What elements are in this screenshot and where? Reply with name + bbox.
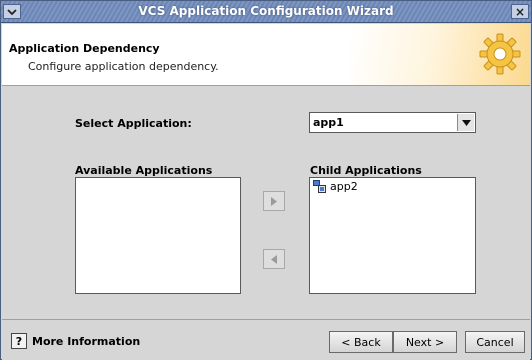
page-subtitle: Configure application dependency.: [28, 60, 219, 73]
gear-icon: [479, 33, 521, 75]
close-icon: ×: [514, 4, 526, 19]
child-applications-label: Child Applications: [310, 164, 422, 177]
arrow-right-icon: [271, 196, 277, 206]
available-applications-label: Available Applications: [75, 164, 213, 177]
application-select[interactable]: app1: [309, 112, 476, 133]
more-information-link[interactable]: More Information: [32, 335, 140, 348]
title-bar[interactable]: VCS Application Configuration Wizard ×: [1, 1, 531, 23]
application-select-value: app1: [313, 116, 344, 129]
add-application-button[interactable]: [263, 191, 285, 211]
available-applications-list[interactable]: [75, 177, 241, 294]
child-applications-list[interactable]: app2: [309, 177, 476, 294]
page-title: Application Dependency: [9, 42, 160, 55]
list-item[interactable]: app2: [313, 180, 358, 193]
next-button[interactable]: Next >: [393, 331, 457, 353]
window-title: VCS Application Configuration Wizard: [138, 4, 394, 18]
content-panel: Select Application: app1 Available Appli…: [2, 87, 530, 319]
window-close-button[interactable]: ×: [511, 4, 529, 19]
dropdown-arrow-button[interactable]: [457, 114, 474, 131]
help-icon[interactable]: ?: [11, 333, 27, 349]
triangle-down-icon: [461, 119, 471, 126]
back-button[interactable]: < Back: [329, 331, 393, 353]
arrow-left-icon: [271, 254, 277, 264]
child-item-label: app2: [330, 180, 358, 193]
select-application-label: Select Application:: [75, 117, 192, 130]
page-header: Application Dependency Configure applica…: [2, 24, 530, 86]
wizard-window: VCS Application Configuration Wizard × A…: [0, 0, 532, 360]
cancel-button[interactable]: Cancel: [465, 331, 525, 353]
remove-application-button[interactable]: [263, 249, 285, 269]
application-icon: [313, 180, 326, 193]
wizard-footer: ? More Information < Back Next > Cancel: [2, 320, 530, 360]
